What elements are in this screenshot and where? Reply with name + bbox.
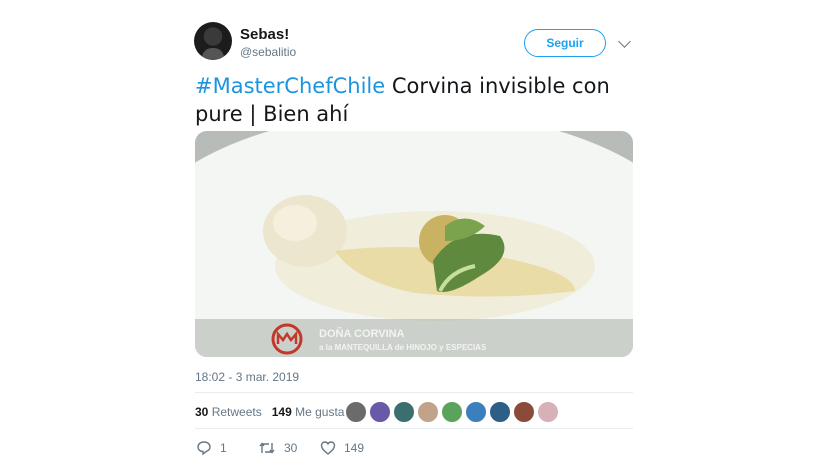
hashtag-link[interactable]: #MasterChefChile: [195, 74, 385, 98]
divider: [195, 428, 633, 429]
liker-avatar[interactable]: [369, 401, 391, 423]
retweet-action-count: 30: [284, 441, 298, 455]
tweet-stats: 30 Retweets 149 Me gusta: [195, 405, 344, 419]
caption-title: DOÑA CORVINA: [319, 327, 405, 340]
follow-button[interactable]: Seguir: [524, 29, 606, 57]
tweet-image[interactable]: DOÑA CORVINA a la MANTEQUILLA de HINOJO …: [195, 131, 633, 357]
divider: [195, 392, 633, 393]
like-count[interactable]: 149: [272, 405, 292, 419]
liker-avatar[interactable]: [489, 401, 511, 423]
reply-action[interactable]: 1: [196, 440, 227, 456]
liker-avatar[interactable]: [465, 401, 487, 423]
timestamp[interactable]: 18:02 - 3 mar. 2019: [195, 370, 299, 384]
reply-count: 1: [220, 441, 227, 455]
retweets-label[interactable]: Retweets: [212, 405, 262, 419]
liker-avatar[interactable]: [345, 401, 367, 423]
retweet-action[interactable]: 30: [258, 440, 297, 456]
heart-icon[interactable]: [320, 440, 336, 456]
liker-avatar[interactable]: [441, 401, 463, 423]
avatar[interactable]: [194, 22, 232, 60]
retweet-count[interactable]: 30: [195, 405, 208, 419]
user-name[interactable]: Sebas!: [240, 26, 289, 43]
like-action-count: 149: [344, 441, 365, 455]
liker-avatar[interactable]: [513, 401, 535, 423]
liker-avatar[interactable]: [393, 401, 415, 423]
liker-avatar[interactable]: [537, 401, 559, 423]
like-action[interactable]: 149: [320, 440, 364, 456]
likes-label[interactable]: Me gusta: [295, 405, 344, 419]
caption-sub: a la MANTEQUILLA de HINOJO y ESPECIAS: [319, 343, 487, 352]
chevron-down-icon[interactable]: [618, 35, 631, 48]
user-handle[interactable]: @sebalitio: [240, 45, 296, 59]
liker-avatar[interactable]: [417, 401, 439, 423]
tweet-text: #MasterChefChile Corvina invisible con p…: [195, 72, 645, 128]
dish-photo: DOÑA CORVINA a la MANTEQUILLA de HINOJO …: [195, 131, 633, 357]
retweet-icon[interactable]: [258, 440, 276, 456]
reply-icon[interactable]: [196, 440, 212, 456]
